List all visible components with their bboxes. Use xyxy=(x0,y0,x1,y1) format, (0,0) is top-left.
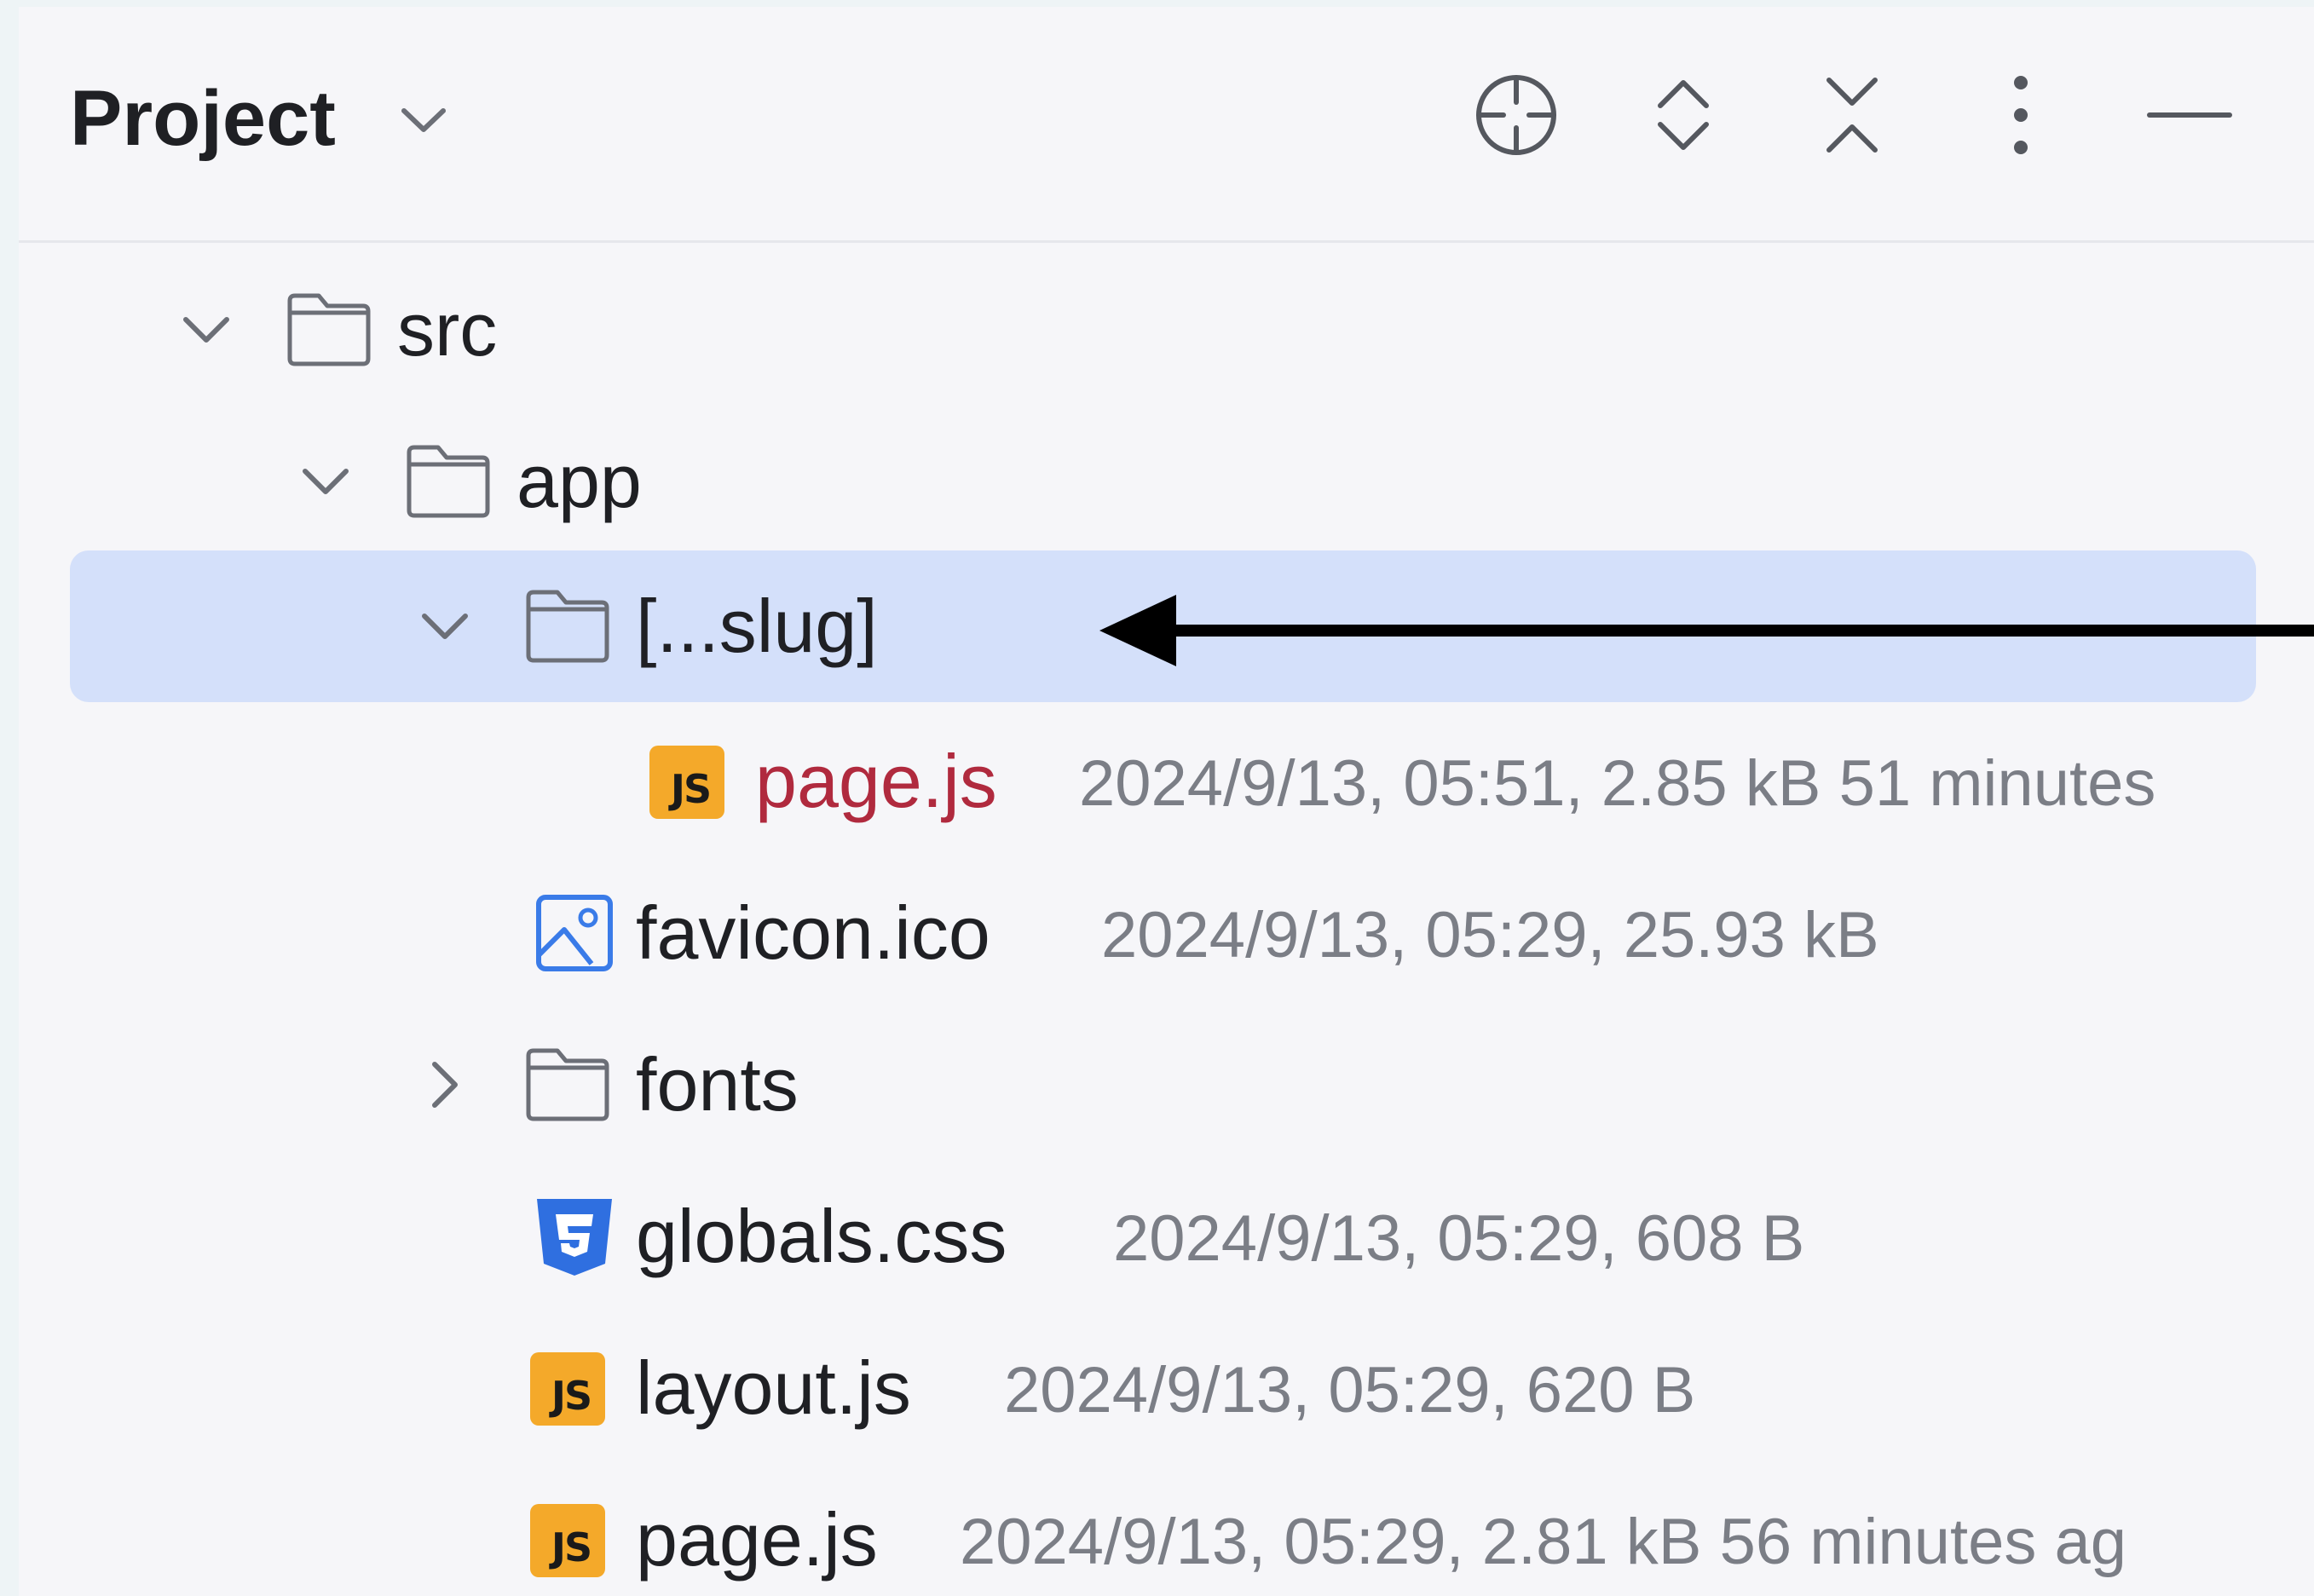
tree-row-page-js-app[interactable]: JS page.js 2024/9/13, 05:29, 2.81 kB 56 … xyxy=(19,1464,2314,1596)
folder-icon xyxy=(523,1044,612,1126)
tree-row-globals-css[interactable]: globals.css 2024/9/13, 05:29, 608 B xyxy=(19,1161,2314,1312)
css-file-icon xyxy=(530,1196,619,1277)
tree-item-label: page.js xyxy=(755,739,997,823)
chevron-down-icon[interactable] xyxy=(172,296,240,364)
panel-title[interactable]: Project xyxy=(70,72,336,165)
folder-icon xyxy=(404,441,493,522)
chevron-down-icon[interactable] xyxy=(394,95,453,147)
tree-item-label: app xyxy=(516,439,642,523)
tree-item-label: src xyxy=(397,287,498,372)
tree-row-src[interactable]: src xyxy=(19,254,2314,406)
js-badge-text: JS xyxy=(551,1524,592,1570)
chevron-down-icon[interactable] xyxy=(291,447,360,516)
locate-icon[interactable] xyxy=(1469,68,1563,162)
javascript-file-icon: JS xyxy=(649,746,724,819)
more-options-icon[interactable] xyxy=(1974,68,2068,162)
file-meta: 2024/9/13, 05:51, 2.85 kB 51 minutes xyxy=(1079,747,2156,820)
folder-icon xyxy=(523,585,612,667)
javascript-file-icon: JS xyxy=(530,1504,605,1577)
file-meta: 2024/9/13, 05:29, 25.93 kB xyxy=(1101,899,1879,971)
tree-item-label: globals.css xyxy=(636,1194,1007,1278)
image-file-icon xyxy=(530,892,619,974)
file-meta: 2024/9/13, 05:29, 620 B xyxy=(1004,1354,1696,1426)
tree-row-page-js-slug[interactable]: JS page.js 2024/9/13, 05:51, 2.85 kB 51 … xyxy=(19,706,2314,857)
javascript-file-icon: JS xyxy=(530,1352,605,1426)
folder-icon xyxy=(285,289,373,371)
js-badge-text: JS xyxy=(551,1373,592,1419)
file-meta: 2024/9/13, 05:29, 608 B xyxy=(1113,1202,1805,1275)
file-meta: 2024/9/13, 05:29, 2.81 kB 56 minutes ag xyxy=(960,1506,2127,1578)
annotation-arrow xyxy=(1099,595,2314,666)
panel-header: Project xyxy=(19,7,2314,243)
minimize-icon[interactable] xyxy=(2143,68,2236,162)
tree-item-label: fonts xyxy=(636,1042,799,1126)
tree-item-label: page.js xyxy=(636,1497,878,1582)
tree-item-label: favicon.ico xyxy=(636,890,990,975)
tree-row-favicon[interactable]: favicon.ico 2024/9/13, 05:29, 25.93 kB xyxy=(19,857,2314,1009)
chevron-right-icon[interactable] xyxy=(411,1051,479,1119)
tree-row-app[interactable]: app xyxy=(19,406,2314,557)
chevron-down-icon[interactable] xyxy=(411,592,479,660)
project-panel: Project src app [...slug] JS page.js 202… xyxy=(19,7,2314,1596)
tree-row-fonts[interactable]: fonts xyxy=(19,1009,2314,1161)
expand-all-icon[interactable] xyxy=(1636,68,1730,162)
tree-item-label: layout.js xyxy=(636,1345,911,1430)
js-badge-text: JS xyxy=(670,766,712,812)
collapse-all-icon[interactable] xyxy=(1805,68,1899,162)
tree-row-layout-js[interactable]: JS layout.js 2024/9/13, 05:29, 620 B xyxy=(19,1312,2314,1464)
tree-item-label: [...slug] xyxy=(636,584,878,668)
